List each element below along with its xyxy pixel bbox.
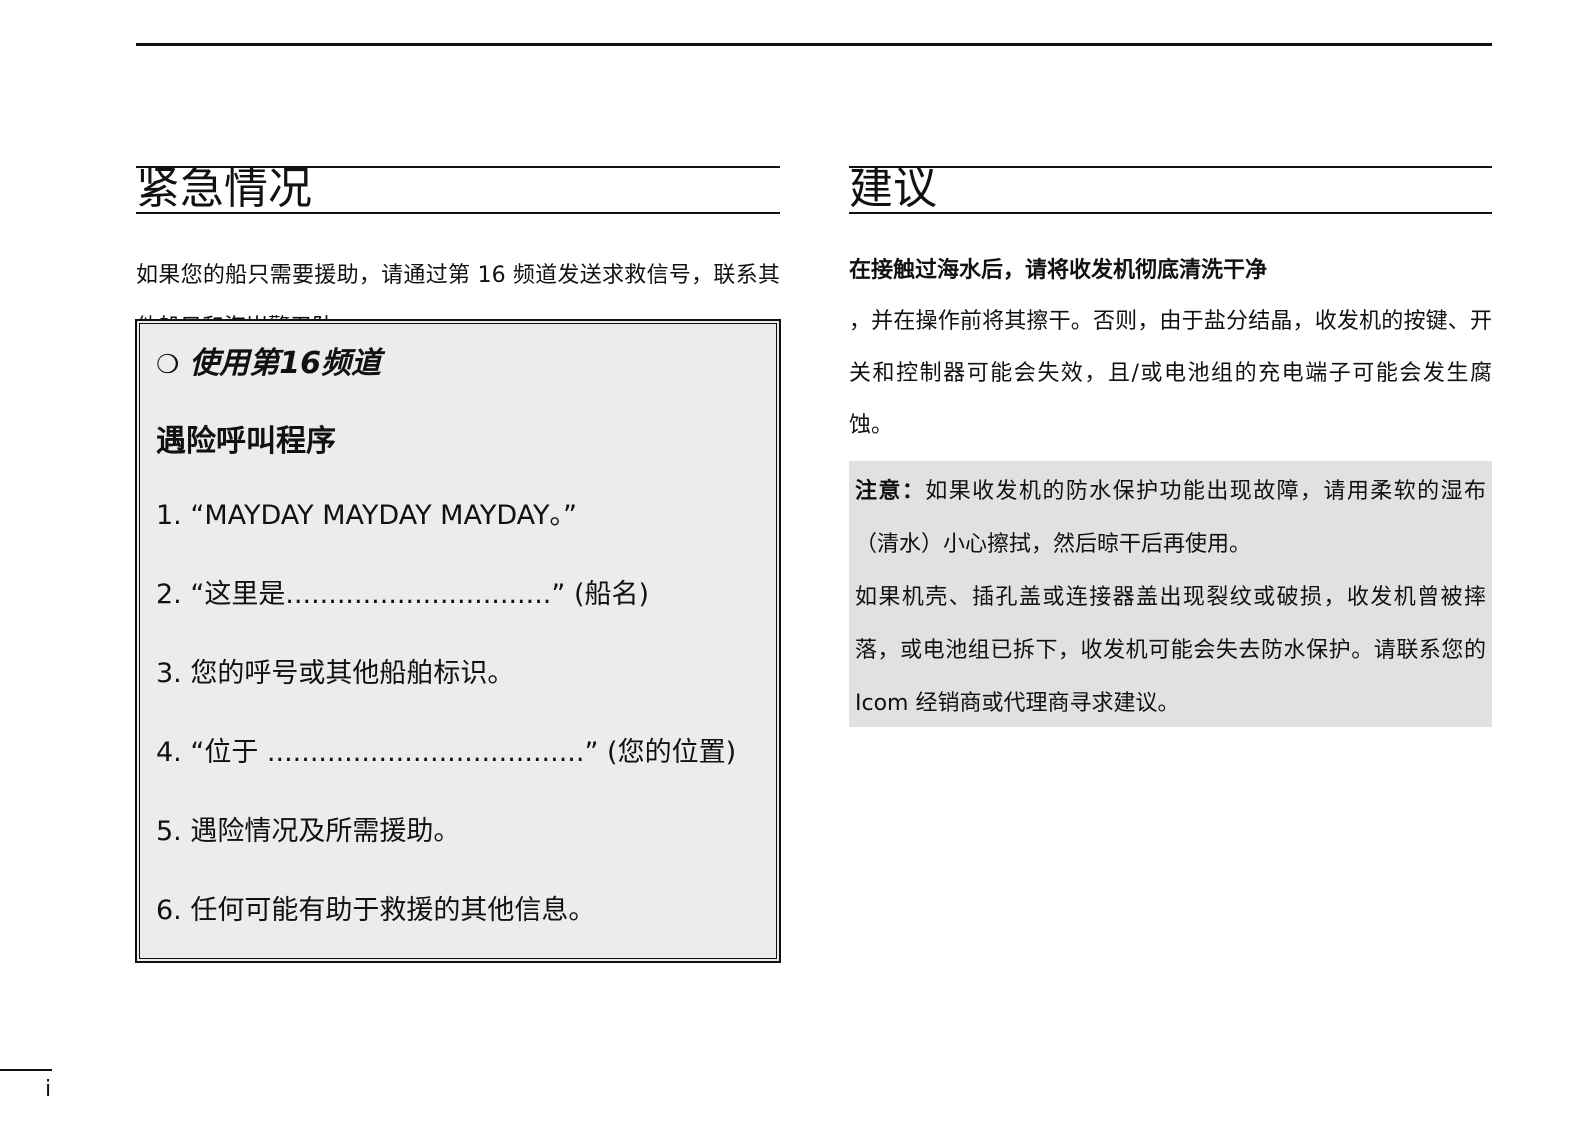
note-label: 注意： — [855, 479, 926, 504]
distress-call-box: ❍ 使用第16频道 遇险呼叫程序 1. “MAYDAY MAYDAY MAYDAY… — [135, 319, 781, 963]
distress-steps-list: 1. “MAYDAY MAYDAY MAYDAY。” 2. “这里是......… — [156, 496, 736, 970]
circle-bullet-icon: ❍ — [156, 350, 180, 380]
advice-body-text: ，并在操作前将其擦干。否则，由于盐分结晶，收发机的按键、开关和控制器可能会失效，… — [849, 309, 1492, 438]
emergency-title-text: 紧急情况 — [136, 163, 312, 214]
advice-section-title: 建议 — [849, 166, 1492, 214]
distress-step: 5. 遇险情况及所需援助。 — [156, 816, 461, 847]
channel-16-header: ❍ 使用第16频道 — [156, 338, 381, 382]
advice-bold-line: 在接触过海水后，请将收发机彻底清洗干净 — [849, 258, 1268, 283]
advice-title-text: 建议 — [849, 163, 937, 214]
distress-step: 4. “位于 .................................… — [156, 737, 737, 768]
emergency-intro: 如果您的船只需要援助，请通过第 16 频道发送求救信号，联系其他船只和海岸警卫队… — [136, 263, 780, 320]
top-rule — [136, 43, 1492, 46]
note-text-1: 如果收发机的防水保护功能出现故障，请用柔软的湿布（清水）小心擦拭，然后晾干后再使… — [855, 479, 1486, 557]
distress-step: 6. 任何可能有助于救援的其他信息。 — [156, 895, 596, 926]
footer-rule — [0, 1069, 52, 1071]
channel-16-header-text: 使用第16频道 — [189, 346, 382, 381]
distress-step: 1. “MAYDAY MAYDAY MAYDAY。” — [156, 500, 578, 531]
note-paragraph-1: 注意：如果收发机的防水保护功能出现故障，请用柔软的湿布（清水）小心擦拭，然后晾干… — [855, 465, 1486, 571]
note-box: 注意：如果收发机的防水保护功能出现故障，请用柔软的湿布（清水）小心擦拭，然后晾干… — [849, 461, 1492, 727]
distress-procedure-title: 遇险呼叫程序 — [156, 424, 336, 459]
distress-step: 2. “这里是...............................” … — [156, 579, 650, 610]
note-paragraph-2: 如果机壳、插孔盖或连接器盖出现裂纹或破损，收发机曾被摔落，或电池组已拆下，收发机… — [855, 585, 1486, 716]
emergency-section-title: 紧急情况 — [136, 166, 780, 214]
distress-step: 3. 您的呼号或其他船舶标识。 — [156, 658, 515, 689]
page-number: i — [45, 1077, 52, 1102]
